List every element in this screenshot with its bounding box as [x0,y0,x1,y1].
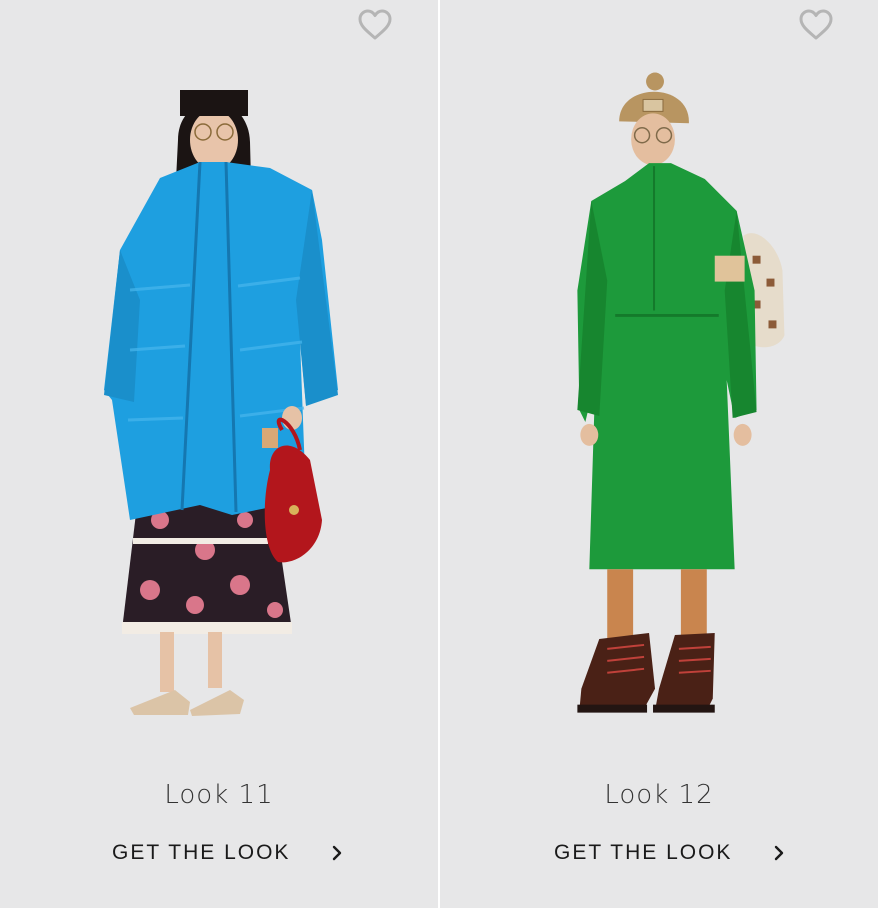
looks-grid: THE RTH ACE UCCI [0,0,878,908]
get-the-look-label: GET THE LOOK [554,841,733,864]
chevron-right-icon [775,845,784,861]
look-title: Look 11 [164,780,274,810]
look-title: Look 12 [604,780,714,810]
look-11-model-image[interactable]: THE RTH ACE UCCI [0,50,438,770]
look-card-11[interactable]: THE RTH ACE UCCI [0,0,438,908]
get-the-look-label: GET THE LOOK [112,841,291,864]
look-12-model-image[interactable] [440,50,878,770]
get-the-look-button[interactable]: GET THE LOOK [112,836,344,870]
chevron-right-icon [333,845,342,861]
heart-icon[interactable] [798,8,834,42]
look-card-12[interactable]: Look 12 GET THE LOOK [440,0,878,908]
heart-icon[interactable] [357,8,393,42]
get-the-look-button[interactable]: GET THE LOOK [554,836,786,870]
